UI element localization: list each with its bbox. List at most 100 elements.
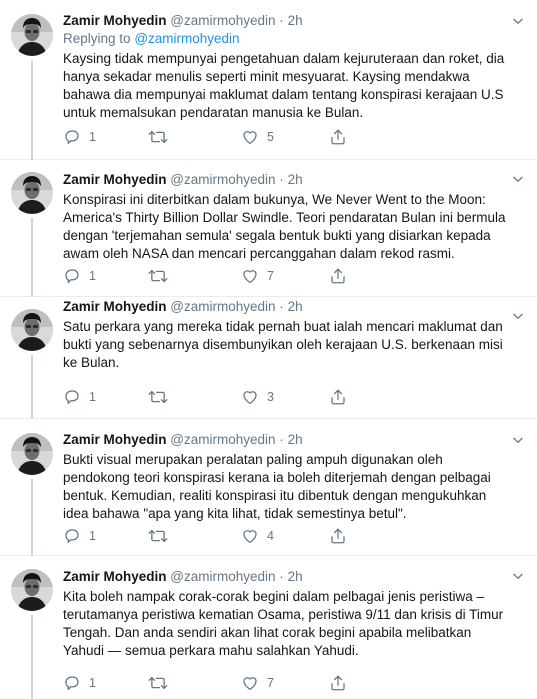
avatar[interactable]	[11, 569, 53, 611]
retweet-icon	[148, 527, 168, 545]
reply-icon	[63, 128, 81, 146]
reply-icon	[63, 674, 81, 692]
timestamp[interactable]: 2h	[288, 299, 303, 314]
avatar[interactable]	[11, 309, 53, 351]
retweet-button[interactable]	[148, 527, 168, 545]
like-button[interactable]: 7	[241, 267, 274, 285]
share-icon	[329, 128, 347, 146]
author-name[interactable]: Zamir Mohyedin	[63, 432, 167, 447]
like-icon	[241, 128, 259, 146]
retweet-button[interactable]	[148, 267, 168, 285]
replying-to-mention[interactable]: @zamirmohyedin	[134, 31, 239, 46]
avatar[interactable]	[11, 14, 53, 56]
retweet-icon	[148, 674, 168, 692]
separator-dot: ·	[279, 172, 284, 187]
retweet-button[interactable]	[148, 388, 168, 406]
tweet-text: Bukti visual merupakan peralatan paling …	[63, 452, 491, 521]
reply-button[interactable]: 1	[63, 388, 96, 406]
like-icon	[241, 267, 259, 285]
like-count: 3	[267, 390, 274, 404]
reply-icon	[63, 527, 81, 545]
tweet-header: Zamir Mohyedin @zamirmohyedin · 2h	[63, 12, 507, 30]
share-button[interactable]	[329, 128, 347, 146]
chevron-down-icon[interactable]	[511, 172, 525, 186]
tweet[interactable]: Zamir Mohyedin @zamirmohyedin · 2h Reply…	[0, 0, 537, 160]
thread-connector	[31, 355, 33, 419]
retweet-button[interactable]	[148, 674, 168, 692]
like-button[interactable]: 5	[241, 128, 274, 146]
like-count: 5	[267, 130, 274, 144]
tweet-actions: 17	[63, 674, 503, 692]
reply-button[interactable]: 1	[63, 674, 96, 692]
chevron-down-icon[interactable]	[511, 569, 525, 583]
like-icon	[241, 388, 259, 406]
share-button[interactable]	[329, 527, 347, 545]
timestamp[interactable]: 2h	[288, 172, 303, 187]
reply-count: 1	[89, 130, 96, 144]
author-handle[interactable]: @zamirmohyedin	[170, 172, 275, 187]
retweet-icon	[148, 128, 168, 146]
share-icon	[329, 674, 347, 692]
reply-button[interactable]: 1	[63, 527, 96, 545]
share-button[interactable]	[329, 674, 347, 692]
share-icon	[329, 388, 347, 406]
tweet-thread: Zamir Mohyedin @zamirmohyedin · 2h Reply…	[0, 0, 537, 699]
like-button[interactable]: 3	[241, 388, 274, 406]
thread-connector	[31, 218, 33, 297]
like-icon	[241, 527, 259, 545]
share-button[interactable]	[329, 388, 347, 406]
reply-count: 1	[89, 269, 96, 283]
author-handle[interactable]: @zamirmohyedin	[170, 432, 275, 447]
separator-dot: ·	[279, 569, 284, 584]
tweet-actions: 15	[63, 128, 503, 146]
author-handle[interactable]: @zamirmohyedin	[170, 569, 275, 584]
separator-dot: ·	[279, 432, 284, 447]
tweet-text: Satu perkara yang mereka tidak pernah bu…	[63, 319, 503, 370]
replying-to-label: Replying to	[63, 31, 131, 46]
share-button[interactable]	[329, 267, 347, 285]
tweet-text: Kaysing tidak mempunyai pengetahuan dala…	[63, 51, 505, 120]
reply-icon	[63, 388, 81, 406]
thread-connector	[31, 60, 33, 160]
tweet[interactable]: Zamir Mohyedin @zamirmohyedin · 2h Kita …	[0, 556, 537, 699]
like-count: 4	[267, 529, 274, 543]
tweet-header: Zamir Mohyedin @zamirmohyedin · 2h	[63, 431, 507, 449]
reply-button[interactable]: 1	[63, 128, 96, 146]
author-name[interactable]: Zamir Mohyedin	[63, 569, 167, 584]
share-icon	[329, 267, 347, 285]
timestamp[interactable]: 2h	[288, 569, 303, 584]
thread-connector	[31, 479, 33, 556]
avatar[interactable]	[11, 172, 53, 214]
chevron-down-icon[interactable]	[511, 309, 525, 323]
tweet[interactable]: Zamir Mohyedin @zamirmohyedin · 2h Satu …	[0, 297, 537, 419]
tweet-actions: 17	[63, 267, 503, 285]
author-handle[interactable]: @zamirmohyedin	[170, 13, 275, 28]
reply-count: 1	[89, 390, 96, 404]
timestamp[interactable]: 2h	[288, 13, 303, 28]
thread-connector	[31, 615, 33, 699]
timestamp[interactable]: 2h	[288, 432, 303, 447]
like-button[interactable]: 7	[241, 674, 274, 692]
reply-button[interactable]: 1	[63, 267, 96, 285]
author-name[interactable]: Zamir Mohyedin	[63, 299, 167, 314]
like-icon	[241, 674, 259, 692]
share-icon	[329, 527, 347, 545]
retweet-button[interactable]	[148, 128, 168, 146]
tweet-text: Konspirasi ini diterbitkan dalam bukunya…	[63, 192, 506, 261]
tweet-header: Zamir Mohyedin @zamirmohyedin · 2h	[63, 568, 507, 586]
tweet-actions: 14	[63, 527, 503, 545]
author-name[interactable]: Zamir Mohyedin	[63, 13, 167, 28]
tweet-header: Zamir Mohyedin @zamirmohyedin · 2h	[63, 171, 507, 189]
chevron-down-icon[interactable]	[511, 433, 525, 447]
like-button[interactable]: 4	[241, 527, 274, 545]
tweet[interactable]: Zamir Mohyedin @zamirmohyedin · 2h Bukti…	[0, 419, 537, 556]
author-handle[interactable]: @zamirmohyedin	[170, 299, 275, 314]
tweet[interactable]: Zamir Mohyedin @zamirmohyedin · 2h Konsp…	[0, 160, 537, 297]
reply-icon	[63, 267, 81, 285]
author-name[interactable]: Zamir Mohyedin	[63, 172, 167, 187]
avatar[interactable]	[11, 433, 53, 475]
chevron-down-icon[interactable]	[511, 14, 525, 28]
retweet-icon	[148, 388, 168, 406]
reply-count: 1	[89, 529, 96, 543]
like-count: 7	[267, 676, 274, 690]
